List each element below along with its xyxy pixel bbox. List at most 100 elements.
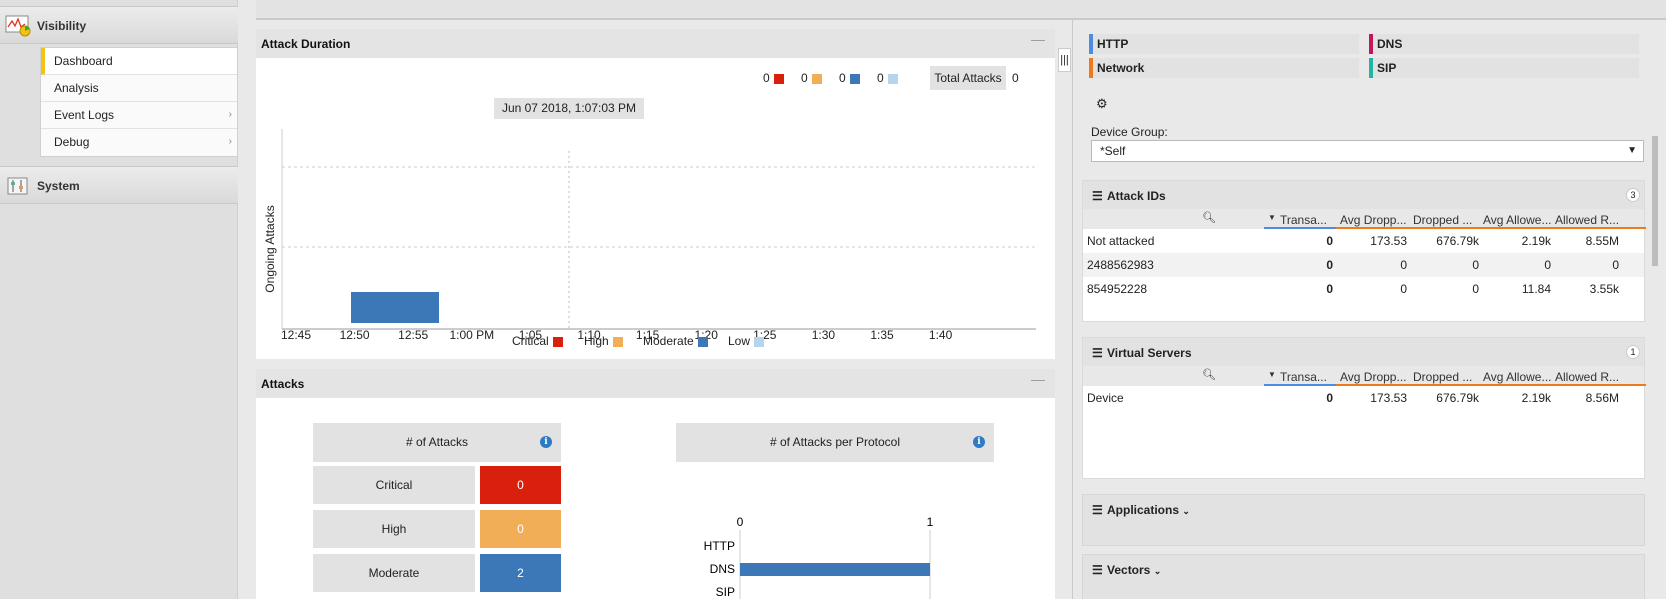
row-cell: 0 (1326, 258, 1333, 272)
network-color-bar (1089, 58, 1093, 78)
attacks-header: Attacks — (256, 369, 1055, 398)
legend-label: Moderate (643, 334, 694, 348)
low-swatch (887, 73, 898, 84)
attack-ids-header: ☰ Attack IDs 3 (1083, 181, 1644, 209)
protocol-label: DNS (1377, 37, 1403, 51)
high-swatch (811, 73, 822, 84)
column-header[interactable]: Avg Dropp... (1340, 370, 1406, 384)
column-header[interactable]: Transa... (1280, 370, 1327, 384)
minimize-icon[interactable]: — (1031, 31, 1045, 47)
nav-item-dashboard[interactable]: Dashboard (41, 48, 237, 75)
chart-tooltip: Jun 07 2018, 1:07:03 PM (494, 98, 644, 119)
row-cell: 676.79k (1436, 234, 1479, 248)
tooltip-text: Jun 07 2018, 1:07:03 PM (501, 101, 637, 115)
info-icon[interactable]: i (973, 436, 985, 448)
minimize-icon[interactable]: — (1031, 371, 1045, 387)
panel-title: Attack Duration (261, 37, 351, 51)
total-attacks-box: Total Attacks (930, 66, 1006, 90)
protocol-bar[interactable] (740, 563, 930, 576)
nav-section-visibility[interactable]: Visibility (0, 6, 238, 44)
row-cell: 0 (1544, 258, 1551, 272)
left-navigation: Visibility Dashboard Analysis Event Logs… (0, 0, 238, 599)
nav-system-label: System (37, 179, 80, 193)
row-cell: 3.55k (1589, 282, 1619, 296)
row-cell: 676.79k (1436, 391, 1479, 405)
legend-low[interactable]: Low (728, 334, 765, 348)
column-header[interactable]: Dropped ... (1413, 213, 1472, 227)
legend-label: Low (728, 334, 751, 348)
menu-icon[interactable]: ☰ (1092, 563, 1103, 577)
device-group-label: Device Group: (1091, 125, 1168, 139)
column-header[interactable]: Allowed R... (1555, 213, 1619, 227)
severity-value-high[interactable]: 0 (480, 510, 561, 548)
sort-desc-icon: ▼ (1268, 213, 1276, 222)
virtual-servers-count-badge: 1 (1626, 345, 1640, 359)
category-label: DNS (710, 562, 735, 576)
num-attacks-header: # of Attacks i (313, 423, 561, 462)
search-icon[interactable]: 🔍︎ (1202, 368, 1216, 381)
table-row[interactable]: 854952228 0 0 0 11.84 3.55k (1083, 277, 1644, 301)
column-header[interactable]: Dropped ... (1413, 370, 1472, 384)
info-icon[interactable]: i (540, 436, 552, 448)
y-axis-label: Ongoing Attacks (263, 205, 277, 292)
nav-item-debug[interactable]: Debug › (41, 129, 237, 156)
nav-item-analysis[interactable]: Analysis (41, 75, 237, 102)
sort-desc-icon: ▼ (1268, 370, 1276, 379)
severity-label-high: High (313, 510, 475, 548)
applications-panel[interactable]: ☰ Applications ⌄ (1082, 494, 1645, 546)
severity-label: Critical (375, 478, 413, 492)
column-header[interactable]: Avg Dropp... (1340, 213, 1406, 227)
nav-item-event-logs[interactable]: Event Logs › (41, 102, 237, 129)
menu-icon[interactable]: ☰ (1092, 189, 1103, 203)
row-cell: 173.53 (1370, 391, 1407, 405)
protocol-label: Network (1097, 61, 1145, 75)
gear-icon[interactable]: ⚙ (1096, 96, 1108, 112)
moderate-attack-bar[interactable] (351, 292, 439, 323)
column-header[interactable]: Allowed R... (1555, 370, 1619, 384)
row-cell: 0 (1326, 234, 1333, 248)
attack-ids-title: Attack IDs (1107, 189, 1166, 203)
menu-icon[interactable]: ☰ (1092, 503, 1103, 517)
search-icon[interactable]: 🔍︎ (1202, 211, 1216, 224)
vectors-panel[interactable]: ☰ Vectors ⌄ (1082, 554, 1645, 599)
nav-item-label: Event Logs (54, 108, 115, 122)
total-attacks-value: 0 (1012, 71, 1019, 85)
protocol-tab-network[interactable]: Network (1089, 58, 1359, 78)
protocol-tab-http[interactable]: HTTP (1089, 34, 1359, 54)
x-tick-label: 12:45 (281, 328, 311, 339)
protocol-tab-dns[interactable]: DNS (1369, 34, 1639, 54)
nav-item-label: Analysis (54, 81, 99, 95)
row-cell: 8.55M (1585, 234, 1619, 248)
moderate-swatch (849, 73, 860, 84)
collapse-handle-icon[interactable]: ||| (1058, 48, 1071, 72)
attack-duration-header: Attack Duration — (256, 29, 1055, 58)
table-row[interactable]: Device 0 173.53 676.79k 2.19k 8.56M (1083, 386, 1644, 410)
row-cell: 0 (1400, 258, 1407, 272)
column-header[interactable]: Avg Allowe... (1483, 213, 1551, 227)
high-count: 0 (801, 71, 808, 85)
vectors-title: Vectors ⌄ (1107, 563, 1162, 577)
x-tick-label: 1:00 PM (449, 328, 494, 339)
x-tick-label: 1 (927, 516, 934, 529)
legend-critical[interactable]: Critical (512, 334, 563, 348)
severity-value-moderate[interactable]: 2 (480, 554, 561, 592)
x-tick-label: 1:30 (812, 328, 836, 339)
severity-value-critical[interactable]: 0 (480, 466, 561, 504)
row-name: Not attacked (1087, 234, 1155, 248)
scrollbar-thumb[interactable] (1652, 136, 1658, 266)
row-cell: 173.53 (1370, 234, 1407, 248)
virtual-servers-title: Virtual Servers (1107, 346, 1192, 360)
attack-duration-panel: Attack Duration — 0 0 0 0 Total Attacks … (256, 29, 1055, 359)
table-row[interactable]: Not attacked 0 173.53 676.79k 2.19k 8.55M (1083, 229, 1644, 253)
legend-moderate[interactable]: Moderate (643, 334, 708, 348)
table-row[interactable]: 2488562983 0 0 0 0 0 (1083, 253, 1644, 277)
legend-high[interactable]: High (584, 334, 623, 348)
nav-section-system[interactable]: System (0, 166, 238, 204)
nav-visibility-label: Visibility (37, 19, 87, 33)
menu-icon[interactable]: ☰ (1092, 346, 1103, 360)
dns-color-bar (1369, 34, 1373, 54)
column-header[interactable]: Transa... (1280, 213, 1327, 227)
column-header[interactable]: Avg Allowe... (1483, 370, 1551, 384)
device-group-select[interactable]: *Self ▼ (1091, 140, 1644, 162)
protocol-tab-sip[interactable]: SIP (1369, 58, 1639, 78)
